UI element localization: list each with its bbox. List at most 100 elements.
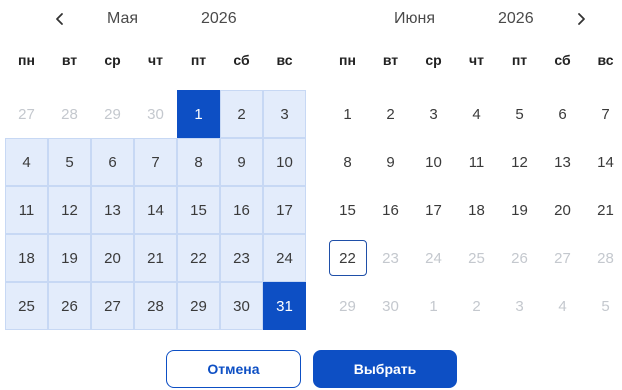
day-cell[interactable]: 9 (220, 138, 263, 186)
day-cell[interactable]: 19 (48, 234, 91, 282)
cancel-button[interactable]: Отмена (166, 350, 301, 388)
day-cell[interactable]: 2 (455, 282, 498, 330)
day-cell[interactable]: 12 (498, 138, 541, 186)
day-cell[interactable]: 30 (369, 282, 412, 330)
year-label[interactable]: 2026 (201, 10, 237, 28)
day-cell[interactable]: 8 (326, 138, 369, 186)
day-cell[interactable]: 3 (263, 90, 306, 138)
day-cell[interactable]: 20 (541, 186, 584, 234)
weekday-label: чт (469, 52, 484, 68)
day-cell[interactable]: 12 (48, 186, 91, 234)
weekday-label: ср (425, 52, 442, 68)
day-cell[interactable]: 5 (498, 90, 541, 138)
day-cell[interactable]: 11 (455, 138, 498, 186)
day-cell[interactable]: 4 (5, 138, 48, 186)
weekday-label: ср (104, 52, 121, 68)
week-row: 1234567 (326, 90, 622, 138)
month-label[interactable]: Июня (394, 10, 435, 28)
day-cell[interactable]: 28 (584, 234, 622, 282)
day-cell[interactable]: 5 (48, 138, 91, 186)
day-cell[interactable]: 14 (584, 138, 622, 186)
day-cell[interactable]: 25 (5, 282, 48, 330)
day-cell[interactable]: 22 (177, 234, 220, 282)
day-cell[interactable]: 24 (412, 234, 455, 282)
day-cell[interactable]: 3 (498, 282, 541, 330)
day-cell-selected[interactable]: 31 (263, 282, 306, 330)
week-row: 11 12 13 14 15 16 17 (5, 186, 306, 234)
month-label[interactable]: Мая (107, 10, 138, 28)
weekday-label: пн (339, 52, 356, 68)
day-cell[interactable]: 29 (177, 282, 220, 330)
day-cell[interactable]: 25 (455, 234, 498, 282)
day-cell[interactable]: 28 (134, 282, 177, 330)
week-row: 25 26 27 28 29 30 31 (5, 282, 306, 330)
day-cell[interactable]: 7 (134, 138, 177, 186)
day-cell[interactable]: 13 (541, 138, 584, 186)
day-cell[interactable]: 14 (134, 186, 177, 234)
day-cell[interactable]: 26 (498, 234, 541, 282)
chevron-left-icon (56, 13, 63, 25)
day-cell[interactable]: 23 (369, 234, 412, 282)
day-cell[interactable]: 9 (369, 138, 412, 186)
day-cell[interactable]: 23 (220, 234, 263, 282)
day-cell[interactable]: 1 (412, 282, 455, 330)
day-cell[interactable]: 6 (541, 90, 584, 138)
day-cell-selected[interactable]: 1 (177, 90, 220, 138)
day-grid: 1 2 3 4 5 6 7 8 9 10 11 12 13 14 15 16 17 18 19 20 21 22 23 24 2… (326, 90, 622, 330)
week-row: 18 19 20 21 22 23 24 (5, 234, 306, 282)
day-cell[interactable]: 21 (134, 234, 177, 282)
weekday-label: пт (511, 52, 528, 68)
weekday-label: сб (554, 52, 571, 68)
day-cell[interactable]: 2 (220, 90, 263, 138)
day-cell[interactable]: 27 (541, 234, 584, 282)
day-cell[interactable]: 16 (220, 186, 263, 234)
week-row: 27 28 29 30 1 2 3 (5, 90, 306, 138)
day-cell[interactable]: 29 (91, 90, 134, 138)
prev-month-button[interactable] (47, 6, 73, 32)
next-month-button[interactable] (568, 6, 594, 32)
day-cell[interactable]: 18 (455, 186, 498, 234)
day-cell[interactable]: 29 (326, 282, 369, 330)
year-label[interactable]: 2026 (498, 10, 534, 28)
day-cell[interactable]: 19 (498, 186, 541, 234)
day-cell[interactable]: 21 (584, 186, 622, 234)
weekday-label: чт (148, 52, 163, 68)
day-cell[interactable]: 20 (91, 234, 134, 282)
day-cell[interactable]: 7 (584, 90, 622, 138)
confirm-button[interactable]: Выбрать (313, 350, 457, 388)
day-cell[interactable]: 8 (177, 138, 220, 186)
weekday-header: пн вт ср чт пт сб вс (326, 52, 622, 68)
day-cell[interactable]: 6 (91, 138, 134, 186)
day-cell[interactable]: 3 (412, 90, 455, 138)
day-cell[interactable]: 10 (412, 138, 455, 186)
weekday-header: пн вт ср чт пт сб вс (5, 52, 306, 68)
day-cell[interactable]: 13 (91, 186, 134, 234)
weekday-label: вс (597, 52, 614, 68)
day-cell[interactable]: 24 (263, 234, 306, 282)
day-cell[interactable]: 15 (177, 186, 220, 234)
day-cell[interactable]: 4 (455, 90, 498, 138)
day-cell[interactable]: 27 (91, 282, 134, 330)
day-cell[interactable]: 17 (263, 186, 306, 234)
weekday-label: сб (233, 52, 250, 68)
day-cell[interactable]: 10 (263, 138, 306, 186)
day-cell[interactable]: 17 (412, 186, 455, 234)
weekday-label: вт (382, 52, 399, 68)
weekday-label: вт (61, 52, 78, 68)
day-cell[interactable]: 18 (5, 234, 48, 282)
day-cell[interactable]: 5 (584, 282, 622, 330)
week-row: 22 23 24 25 26 27 28 (326, 234, 622, 282)
day-cell[interactable]: 2 (369, 90, 412, 138)
day-cell[interactable]: 30 (220, 282, 263, 330)
day-cell[interactable]: 16 (369, 186, 412, 234)
weekday-label: пт (190, 52, 207, 68)
day-cell[interactable]: 1 (326, 90, 369, 138)
day-cell[interactable]: 4 (541, 282, 584, 330)
day-cell[interactable]: 11 (5, 186, 48, 234)
day-cell-today[interactable]: 22 (326, 234, 369, 282)
day-cell[interactable]: 30 (134, 90, 177, 138)
day-cell[interactable]: 28 (48, 90, 91, 138)
day-cell[interactable]: 27 (5, 90, 48, 138)
day-cell[interactable]: 15 (326, 186, 369, 234)
day-cell[interactable]: 26 (48, 282, 91, 330)
